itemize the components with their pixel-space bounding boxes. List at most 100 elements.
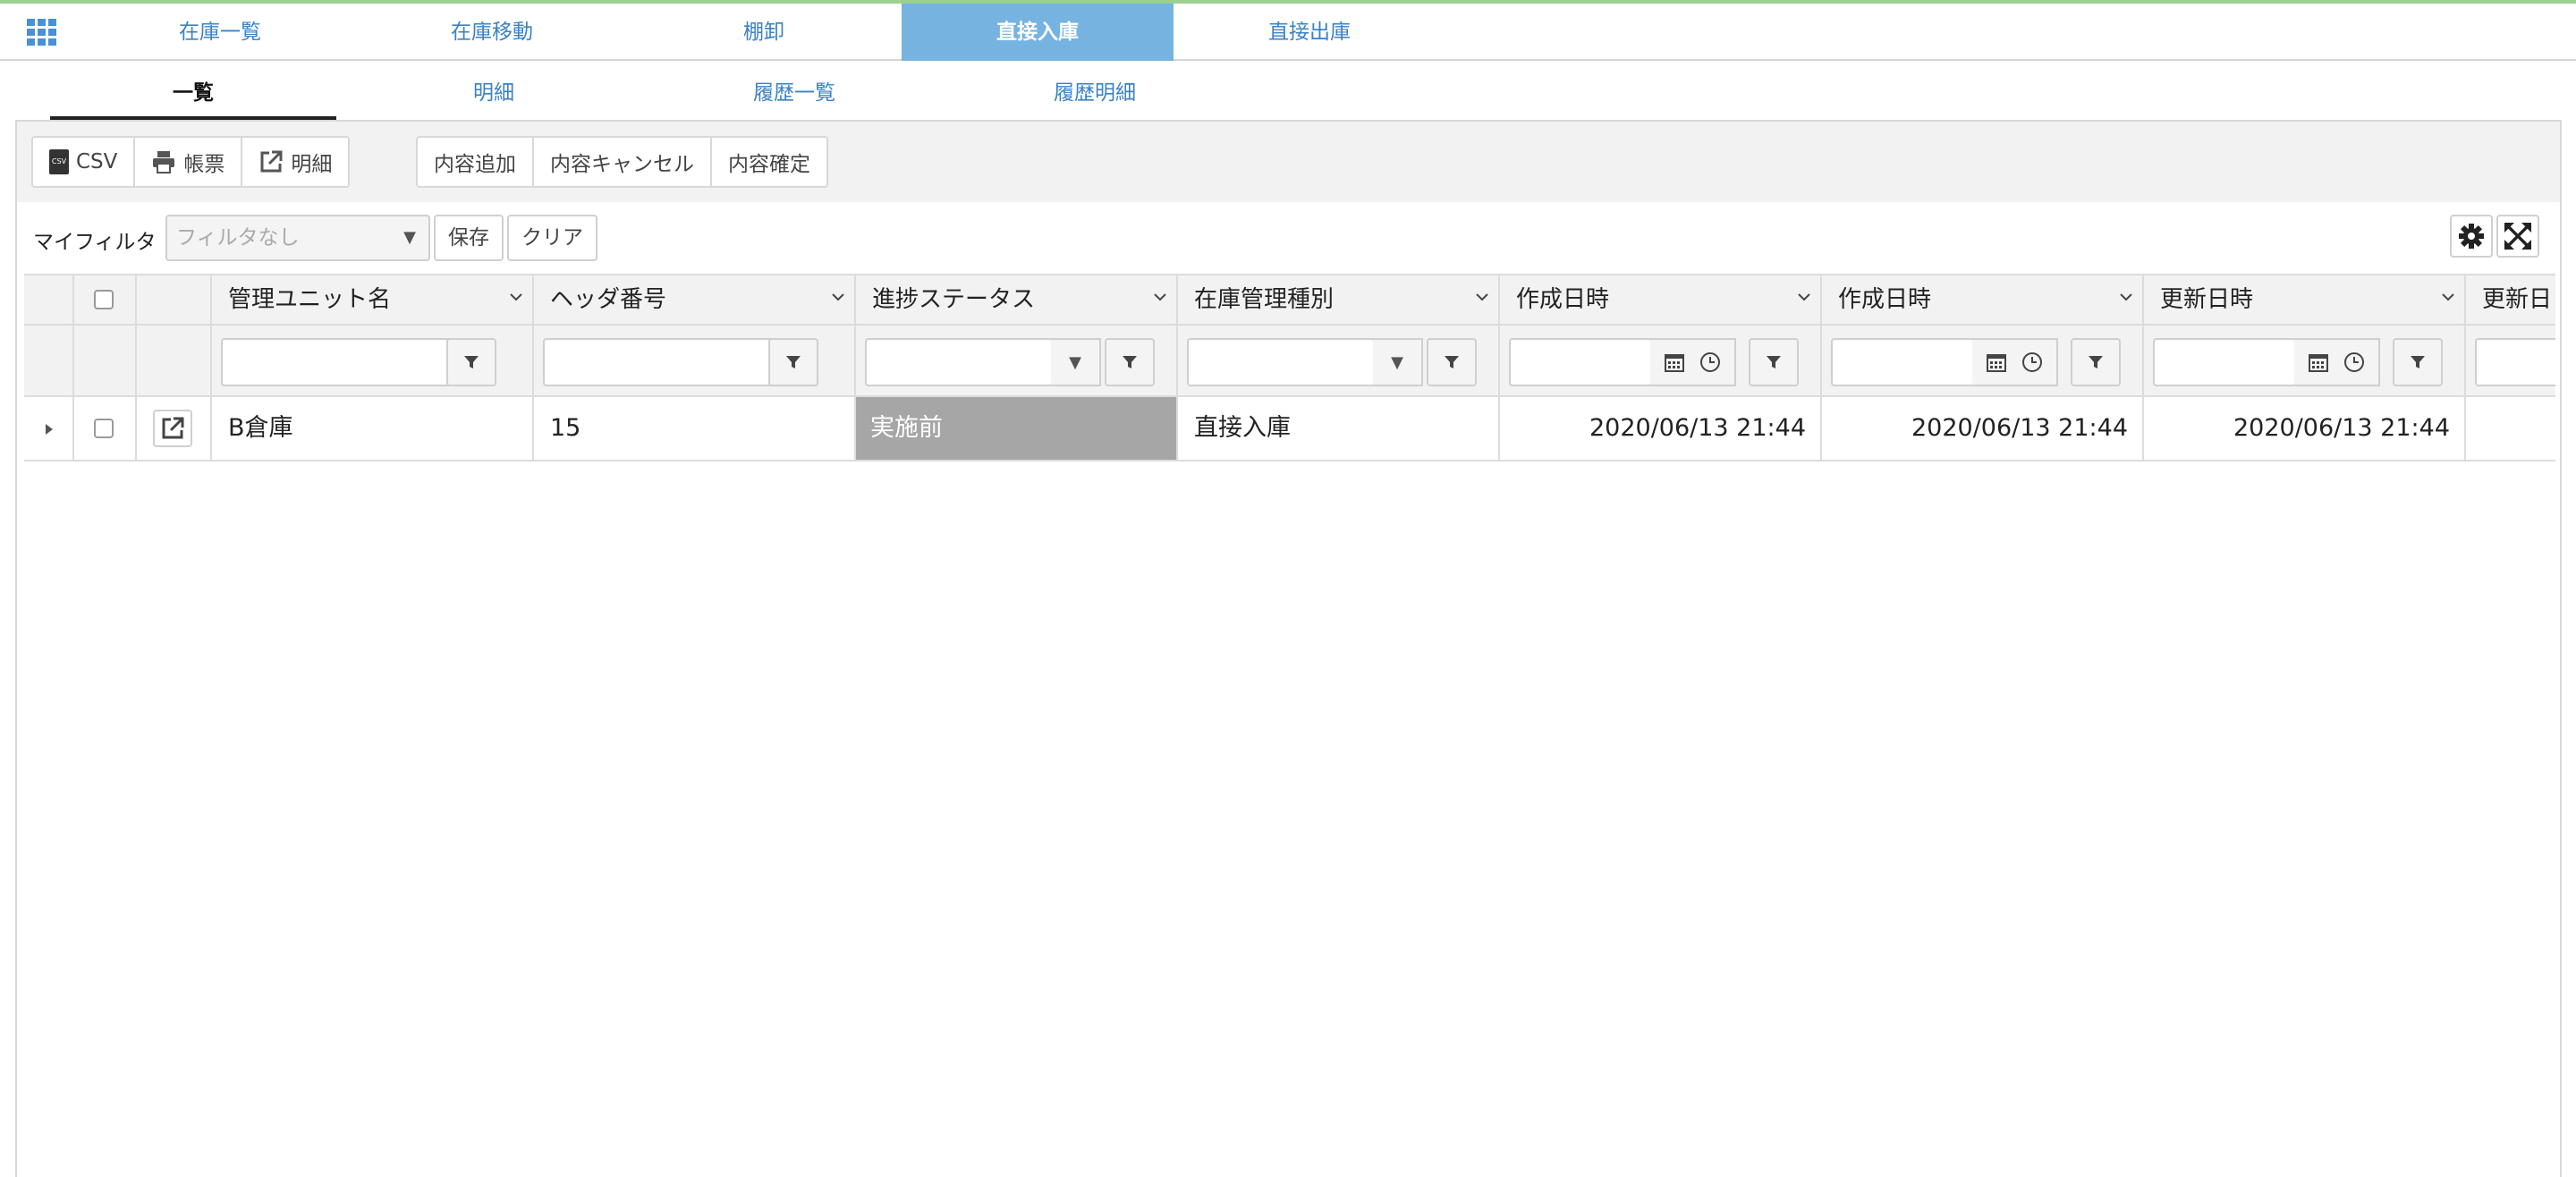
cell-stock-type: 直接入庫 [1178, 397, 1500, 460]
funnel-icon [1767, 356, 1781, 368]
confirm-content-button[interactable]: 内容確定 [712, 138, 826, 186]
updated-at-filter-button[interactable] [2393, 338, 2443, 386]
subtab-history-list[interactable]: 履歴一覧 [651, 63, 937, 120]
row-open-button[interactable] [153, 410, 192, 447]
row-expand-cell[interactable] [24, 397, 74, 460]
filter-cell-stock-type: ▼ [1178, 326, 1500, 395]
cell-progress-status: 実施前 [856, 397, 1178, 460]
created-at-2-filter-input[interactable] [1831, 338, 1974, 386]
csv-button-label: CSV [76, 150, 118, 174]
cell-updated-at-2 [2466, 397, 2555, 460]
created-at-2-datetime-picker[interactable] [1972, 338, 2058, 386]
dropdown-arrow-icon: ▼ [1069, 352, 1081, 372]
created-at-2-filter-button[interactable] [2071, 338, 2121, 386]
expand-icon [2504, 223, 2531, 250]
unit-name-filter-input[interactable] [221, 338, 453, 386]
filter-cell-created-at [1500, 326, 1822, 395]
detail-button-label: 明細 [291, 153, 333, 176]
sub-tab-bar: 一覧 明細 履歴一覧 履歴明細 [0, 63, 2576, 120]
updated-at-filter-input[interactable] [2153, 338, 2296, 386]
status-filter-button[interactable] [1105, 338, 1155, 386]
clock-icon [2343, 352, 2364, 372]
status-filter-dropdown[interactable]: ▼ [1051, 338, 1101, 386]
csv-button[interactable]: CSV CSV [33, 138, 136, 186]
created-at-filter-button[interactable] [1749, 338, 1799, 386]
stock-type-filter-select[interactable] [1187, 338, 1375, 386]
fullscreen-button[interactable] [2496, 215, 2539, 258]
header-number-filter-input[interactable] [543, 338, 775, 386]
header-number-filter-button[interactable] [768, 338, 818, 386]
column-header-updated-at[interactable]: 更新日時 [2144, 275, 2466, 324]
updated-at-datetime-picker[interactable] [2294, 338, 2380, 386]
main-panel: CSV CSV 帳票 明細 内容追加 内容キャンセル 内容確定 マイフィルタ フ… [15, 120, 2562, 1177]
chevron-down-icon [832, 293, 844, 301]
filter-clear-button[interactable]: クリア [507, 215, 597, 261]
filter-cell-updated-at-2 [2466, 326, 2555, 395]
subtab-list[interactable]: 一覧 [50, 63, 336, 120]
column-header-created-at[interactable]: 作成日時 [1500, 275, 1822, 324]
column-header-created-at-2[interactable]: 作成日時 [1822, 275, 2144, 324]
gear-icon [2459, 224, 2484, 249]
status-filter-select[interactable] [865, 338, 1053, 386]
csv-file-icon: CSV [49, 149, 69, 174]
column-header-updated-at-2[interactable]: 更新日 [2466, 275, 2555, 324]
subtab-detail[interactable]: 明細 [351, 63, 637, 120]
table-row[interactable]: B倉庫 15 実施前 直接入庫 2020/06/13 21:44 2020/06… [24, 397, 2555, 461]
column-header-progress-status[interactable]: 進捗ステータス [856, 275, 1178, 324]
stock-type-filter-button[interactable] [1427, 338, 1477, 386]
funnel-icon [1445, 356, 1459, 368]
report-button[interactable]: 帳票 [135, 138, 243, 186]
column-header-stock-type[interactable]: 在庫管理種別 [1178, 275, 1500, 324]
settings-button[interactable] [2450, 215, 2493, 258]
detail-button[interactable]: 明細 [242, 138, 349, 186]
add-content-button[interactable]: 内容追加 [418, 138, 534, 186]
stock-type-filter-dropdown[interactable]: ▼ [1373, 338, 1423, 386]
my-filter-select[interactable]: フィルタなし ▼ [165, 215, 430, 261]
clock-icon [1699, 352, 1720, 372]
filter-cell-unit-name [212, 326, 534, 395]
grid-header-row: 管理ユニット名 ヘッダ番号 進捗ステータス 在庫管理種別 作成日時 作成日時 更… [24, 274, 2555, 326]
chevron-down-icon [510, 293, 522, 301]
created-at-datetime-picker[interactable] [1650, 338, 1736, 386]
calendar-icon [2309, 354, 2329, 372]
app-grid-icon[interactable] [27, 19, 57, 46]
subtab-history-detail[interactable]: 履歴明細 [952, 63, 1238, 120]
funnel-icon [464, 356, 479, 368]
column-header-unit-name[interactable]: 管理ユニット名 [212, 275, 534, 324]
tab-direct-shipping[interactable]: 直接出庫 [1175, 4, 1444, 61]
content-button-group: 内容追加 内容キャンセル 内容確定 [416, 136, 828, 188]
my-filter-label: マイフィルタ [33, 231, 157, 254]
funnel-icon [2089, 356, 2103, 368]
cell-header-number: 15 [534, 397, 856, 460]
data-grid: 管理ユニット名 ヘッダ番号 進捗ステータス 在庫管理種別 作成日時 作成日時 更… [24, 274, 2555, 461]
tab-stock-list[interactable]: 在庫一覧 [86, 4, 354, 61]
created-at-filter-input[interactable] [1509, 338, 1652, 386]
funnel-icon [2411, 356, 2425, 368]
tab-stock-transfer[interactable]: 在庫移動 [358, 4, 626, 61]
tab-direct-receiving[interactable]: 直接入庫 [902, 4, 1174, 61]
funnel-icon [786, 356, 801, 368]
external-link-icon [260, 150, 283, 173]
filter-cell-progress-status: ▼ [856, 326, 1178, 395]
printer-icon [153, 151, 175, 174]
updated-at-2-filter-input[interactable] [2475, 338, 2555, 386]
unit-name-filter-button[interactable] [446, 338, 496, 386]
cancel-content-button[interactable]: 内容キャンセル [534, 138, 712, 186]
toolbar: CSV CSV 帳票 明細 内容追加 内容キャンセル 内容確定 [17, 122, 2560, 202]
row-checkbox[interactable] [94, 419, 114, 438]
report-button-label: 帳票 [183, 153, 225, 176]
dropdown-arrow-icon: ▼ [1391, 352, 1403, 372]
funnel-icon [1123, 356, 1137, 368]
cell-created-at: 2020/06/13 21:44 [1500, 397, 1822, 460]
column-header-header-number[interactable]: ヘッダ番号 [534, 275, 856, 324]
chevron-down-icon [2442, 293, 2454, 301]
clock-icon [2021, 352, 2042, 372]
calendar-icon [1987, 354, 2007, 372]
chevron-down-icon [2120, 293, 2132, 301]
select-all-checkbox[interactable] [94, 290, 114, 309]
caret-right-icon [46, 424, 53, 435]
my-filter-placeholder: フィルタなし [176, 226, 300, 250]
filter-save-button[interactable]: 保存 [434, 215, 504, 261]
tab-inventory-count[interactable]: 棚卸 [630, 4, 898, 61]
status-badge: 実施前 [870, 414, 943, 442]
